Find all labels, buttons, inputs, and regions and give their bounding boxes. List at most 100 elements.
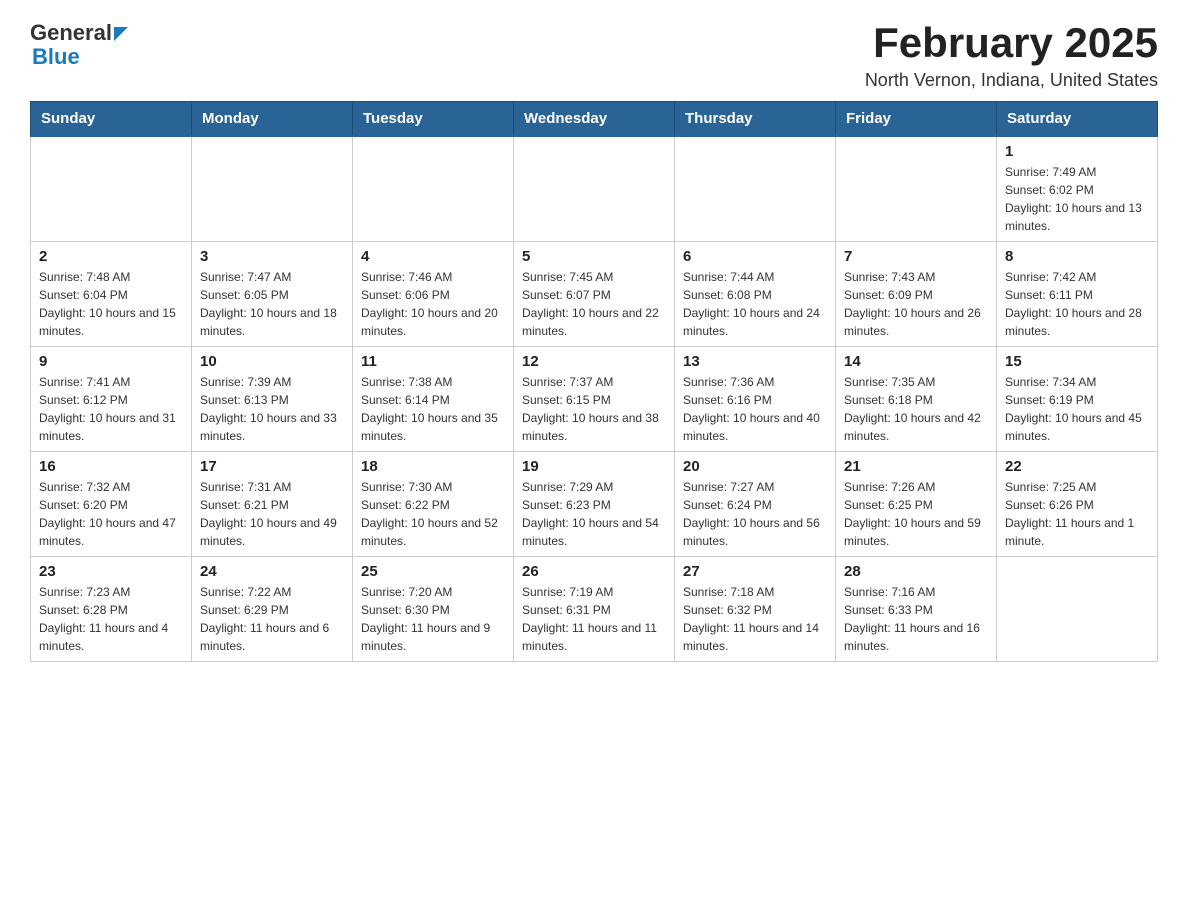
day-info: Sunrise: 7:29 AM Sunset: 6:23 PM Dayligh… (522, 478, 666, 550)
day-info: Sunrise: 7:44 AM Sunset: 6:08 PM Dayligh… (683, 268, 827, 340)
title-block: February 2025 North Vernon, Indiana, Uni… (865, 20, 1158, 91)
day-info: Sunrise: 7:46 AM Sunset: 6:06 PM Dayligh… (361, 268, 505, 340)
calendar-week-row: 9 Sunrise: 7:41 AM Sunset: 6:12 PM Daylig… (31, 347, 1158, 452)
day-number: 14 (844, 353, 988, 370)
day-number: 24 (200, 563, 344, 580)
day-info: Sunrise: 7:23 AM Sunset: 6:28 PM Dayligh… (39, 583, 183, 655)
day-number: 26 (522, 563, 666, 580)
day-info: Sunrise: 7:20 AM Sunset: 6:30 PM Dayligh… (361, 583, 505, 655)
calendar-cell: 1 Sunrise: 7:49 AM Sunset: 6:02 PM Daylig… (997, 136, 1158, 242)
calendar-cell: 11 Sunrise: 7:38 AM Sunset: 6:14 PM Dayli… (353, 347, 514, 452)
day-info: Sunrise: 7:42 AM Sunset: 6:11 PM Dayligh… (1005, 268, 1149, 340)
day-info: Sunrise: 7:34 AM Sunset: 6:19 PM Dayligh… (1005, 373, 1149, 445)
calendar-header-row: SundayMondayTuesdayWednesdayThursdayFrid… (31, 102, 1158, 137)
day-number: 11 (361, 353, 505, 370)
weekday-header-wednesday: Wednesday (514, 102, 675, 137)
day-number: 2 (39, 248, 183, 265)
day-info: Sunrise: 7:22 AM Sunset: 6:29 PM Dayligh… (200, 583, 344, 655)
day-number: 1 (1005, 143, 1149, 160)
calendar-week-row: 1 Sunrise: 7:49 AM Sunset: 6:02 PM Daylig… (31, 136, 1158, 242)
calendar-cell (836, 136, 997, 242)
day-number: 5 (522, 248, 666, 265)
calendar-cell (192, 136, 353, 242)
day-number: 23 (39, 563, 183, 580)
logo-blue-text: Blue (32, 44, 80, 70)
calendar-cell: 4 Sunrise: 7:46 AM Sunset: 6:06 PM Daylig… (353, 242, 514, 347)
day-number: 12 (522, 353, 666, 370)
calendar-cell: 21 Sunrise: 7:26 AM Sunset: 6:25 PM Dayli… (836, 452, 997, 557)
calendar-cell: 28Sunrise: 7:16 AM Sunset: 6:33 PM Dayli… (836, 557, 997, 662)
calendar-week-row: 23 Sunrise: 7:23 AM Sunset: 6:28 PM Dayli… (31, 557, 1158, 662)
day-info: Sunrise: 7:41 AM Sunset: 6:12 PM Dayligh… (39, 373, 183, 445)
calendar-cell: 27 Sunrise: 7:18 AM Sunset: 6:32 PM Dayli… (675, 557, 836, 662)
calendar-cell: 26 Sunrise: 7:19 AM Sunset: 6:31 PM Dayli… (514, 557, 675, 662)
calendar-cell: 24 Sunrise: 7:22 AM Sunset: 6:29 PM Dayli… (192, 557, 353, 662)
calendar-cell (514, 136, 675, 242)
day-info: Sunrise: 7:25 AM Sunset: 6:26 PM Dayligh… (1005, 478, 1149, 550)
calendar-cell: 22 Sunrise: 7:25 AM Sunset: 6:26 PM Dayli… (997, 452, 1158, 557)
calendar-week-row: 16 Sunrise: 7:32 AM Sunset: 6:20 PM Dayli… (31, 452, 1158, 557)
day-info: Sunrise: 7:30 AM Sunset: 6:22 PM Dayligh… (361, 478, 505, 550)
day-number: 13 (683, 353, 827, 370)
day-number: 20 (683, 458, 827, 475)
calendar-cell: 9 Sunrise: 7:41 AM Sunset: 6:12 PM Daylig… (31, 347, 192, 452)
day-info: Sunrise: 7:19 AM Sunset: 6:31 PM Dayligh… (522, 583, 666, 655)
calendar-cell: 23 Sunrise: 7:23 AM Sunset: 6:28 PM Dayli… (31, 557, 192, 662)
day-number: 18 (361, 458, 505, 475)
calendar-cell: 25 Sunrise: 7:20 AM Sunset: 6:30 PM Dayli… (353, 557, 514, 662)
day-number: 8 (1005, 248, 1149, 265)
calendar-cell: 8 Sunrise: 7:42 AM Sunset: 6:11 PM Daylig… (997, 242, 1158, 347)
day-number: 9 (39, 353, 183, 370)
day-info: Sunrise: 7:38 AM Sunset: 6:14 PM Dayligh… (361, 373, 505, 445)
day-number: 16 (39, 458, 183, 475)
day-info: Sunrise: 7:43 AM Sunset: 6:09 PM Dayligh… (844, 268, 988, 340)
day-info: Sunrise: 7:16 AM Sunset: 6:33 PM Dayligh… (844, 583, 988, 655)
calendar-cell (353, 136, 514, 242)
calendar-cell: 20Sunrise: 7:27 AM Sunset: 6:24 PM Dayli… (675, 452, 836, 557)
logo: General Blue (30, 20, 128, 70)
page-header: General Blue February 2025 North Vernon,… (30, 20, 1158, 91)
calendar-cell: 5 Sunrise: 7:45 AM Sunset: 6:07 PM Daylig… (514, 242, 675, 347)
page-subtitle: North Vernon, Indiana, United States (865, 70, 1158, 91)
calendar-cell: 13 Sunrise: 7:36 AM Sunset: 6:16 PM Dayli… (675, 347, 836, 452)
calendar-cell: 18 Sunrise: 7:30 AM Sunset: 6:22 PM Dayli… (353, 452, 514, 557)
calendar-cell: 3 Sunrise: 7:47 AM Sunset: 6:05 PM Daylig… (192, 242, 353, 347)
calendar-cell: 10 Sunrise: 7:39 AM Sunset: 6:13 PM Dayli… (192, 347, 353, 452)
day-info: Sunrise: 7:32 AM Sunset: 6:20 PM Dayligh… (39, 478, 183, 550)
day-info: Sunrise: 7:49 AM Sunset: 6:02 PM Dayligh… (1005, 163, 1149, 235)
calendar-cell: 6 Sunrise: 7:44 AM Sunset: 6:08 PM Daylig… (675, 242, 836, 347)
day-number: 21 (844, 458, 988, 475)
day-info: Sunrise: 7:45 AM Sunset: 6:07 PM Dayligh… (522, 268, 666, 340)
calendar-cell: 2 Sunrise: 7:48 AM Sunset: 6:04 PM Daylig… (31, 242, 192, 347)
day-info: Sunrise: 7:31 AM Sunset: 6:21 PM Dayligh… (200, 478, 344, 550)
calendar-cell: 14 Sunrise: 7:35 AM Sunset: 6:18 PM Dayli… (836, 347, 997, 452)
day-info: Sunrise: 7:36 AM Sunset: 6:16 PM Dayligh… (683, 373, 827, 445)
weekday-header-friday: Friday (836, 102, 997, 137)
day-info: Sunrise: 7:47 AM Sunset: 6:05 PM Dayligh… (200, 268, 344, 340)
day-number: 25 (361, 563, 505, 580)
calendar-week-row: 2 Sunrise: 7:48 AM Sunset: 6:04 PM Daylig… (31, 242, 1158, 347)
day-info: Sunrise: 7:35 AM Sunset: 6:18 PM Dayligh… (844, 373, 988, 445)
calendar-cell: 16 Sunrise: 7:32 AM Sunset: 6:20 PM Dayli… (31, 452, 192, 557)
calendar-cell: 7 Sunrise: 7:43 AM Sunset: 6:09 PM Daylig… (836, 242, 997, 347)
day-info: Sunrise: 7:39 AM Sunset: 6:13 PM Dayligh… (200, 373, 344, 445)
weekday-header-thursday: Thursday (675, 102, 836, 137)
day-number: 3 (200, 248, 344, 265)
calendar-cell: 19Sunrise: 7:29 AM Sunset: 6:23 PM Dayli… (514, 452, 675, 557)
calendar-cell (997, 557, 1158, 662)
day-number: 10 (200, 353, 344, 370)
day-number: 6 (683, 248, 827, 265)
day-number: 4 (361, 248, 505, 265)
day-number: 7 (844, 248, 988, 265)
day-info: Sunrise: 7:48 AM Sunset: 6:04 PM Dayligh… (39, 268, 183, 340)
day-info: Sunrise: 7:18 AM Sunset: 6:32 PM Dayligh… (683, 583, 827, 655)
weekday-header-sunday: Sunday (31, 102, 192, 137)
day-number: 27 (683, 563, 827, 580)
day-number: 22 (1005, 458, 1149, 475)
day-info: Sunrise: 7:26 AM Sunset: 6:25 PM Dayligh… (844, 478, 988, 550)
calendar-cell: 12Sunrise: 7:37 AM Sunset: 6:15 PM Dayli… (514, 347, 675, 452)
calendar-cell: 15 Sunrise: 7:34 AM Sunset: 6:19 PM Dayli… (997, 347, 1158, 452)
calendar-cell: 17Sunrise: 7:31 AM Sunset: 6:21 PM Dayli… (192, 452, 353, 557)
calendar-cell (31, 136, 192, 242)
day-number: 15 (1005, 353, 1149, 370)
